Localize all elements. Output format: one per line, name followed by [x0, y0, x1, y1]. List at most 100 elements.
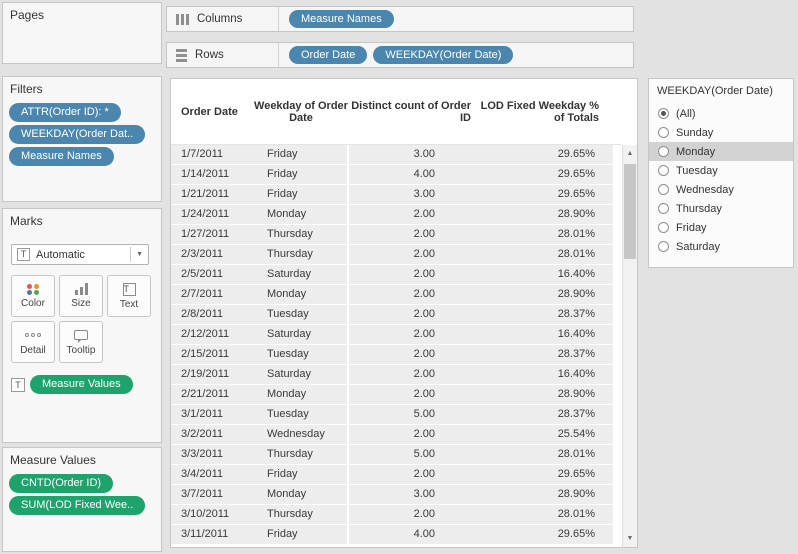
weekday-option-all[interactable]: (All): [649, 104, 793, 123]
weekday-option-friday[interactable]: Friday: [649, 218, 793, 237]
table-cell[interactable]: 2/7/2011: [171, 285, 253, 304]
table-cell[interactable]: Monday: [253, 385, 349, 404]
table-cell[interactable]: 2.00: [349, 465, 477, 484]
table-cell[interactable]: 29.65%: [477, 465, 613, 484]
table-cell[interactable]: 3.00: [349, 485, 477, 504]
table-cell[interactable]: 3.00: [349, 145, 477, 164]
table-cell[interactable]: 28.01%: [477, 245, 613, 264]
size-button[interactable]: Size: [59, 275, 103, 317]
radio-icon[interactable]: [658, 146, 669, 157]
weekday-option-tuesday[interactable]: Tuesday: [649, 161, 793, 180]
weekday-option-saturday[interactable]: Saturday: [649, 237, 793, 256]
table-cell[interactable]: 1/24/2011: [171, 205, 253, 224]
table-cell[interactable]: 2.00: [349, 385, 477, 404]
table-cell[interactable]: Saturday: [253, 265, 349, 284]
table-cell[interactable]: 2.00: [349, 225, 477, 244]
table-cell[interactable]: Saturday: [253, 365, 349, 384]
table-cell[interactable]: Tuesday: [253, 405, 349, 424]
table-cell[interactable]: 1/14/2011: [171, 165, 253, 184]
table-cell[interactable]: 2.00: [349, 245, 477, 264]
table-cell[interactable]: Saturday: [253, 325, 349, 344]
table-cell[interactable]: 2.00: [349, 205, 477, 224]
weekday-option-wednesday[interactable]: Wednesday: [649, 180, 793, 199]
column-header-lod-fixed[interactable]: LOD Fixed Weekday % of Totals: [477, 79, 613, 144]
text-button[interactable]: Text: [107, 275, 151, 317]
scroll-down-icon[interactable]: [623, 531, 637, 546]
table-cell[interactable]: 3/2/2011: [171, 425, 253, 444]
table-cell[interactable]: 28.90%: [477, 205, 613, 224]
table-cell[interactable]: 2/3/2011: [171, 245, 253, 264]
vertical-scrollbar[interactable]: [622, 145, 637, 547]
table-cell[interactable]: 2.00: [349, 285, 477, 304]
rows-shelf-pill[interactable]: WEEKDAY(Order Date): [373, 46, 514, 64]
table-cell[interactable]: 3/4/2011: [171, 465, 253, 484]
table-cell[interactable]: 3/11/2011: [171, 525, 253, 544]
table-cell[interactable]: 3/3/2011: [171, 445, 253, 464]
table-cell[interactable]: 3.00: [349, 185, 477, 204]
table-cell[interactable]: 28.37%: [477, 345, 613, 364]
table-cell[interactable]: 2/5/2011: [171, 265, 253, 284]
measure-value-pill[interactable]: CNTD(Order ID): [9, 474, 114, 493]
column-header-distinct-count[interactable]: Distinct count of Order ID: [349, 79, 477, 144]
table-cell[interactable]: 16.40%: [477, 265, 613, 284]
radio-icon[interactable]: [658, 222, 669, 233]
radio-icon[interactable]: [658, 203, 669, 214]
table-cell[interactable]: 2/12/2011: [171, 325, 253, 344]
tooltip-button[interactable]: Tooltip: [59, 321, 103, 363]
filter-pill[interactable]: ATTR(Order ID): *: [9, 103, 121, 122]
table-cell[interactable]: 28.90%: [477, 285, 613, 304]
table-cell[interactable]: 16.40%: [477, 365, 613, 384]
table-cell[interactable]: 28.01%: [477, 225, 613, 244]
table-cell[interactable]: 1/7/2011: [171, 145, 253, 164]
table-cell[interactable]: 2.00: [349, 505, 477, 524]
table-cell[interactable]: 4.00: [349, 165, 477, 184]
table-cell[interactable]: Thursday: [253, 245, 349, 264]
radio-icon[interactable]: [658, 184, 669, 195]
table-cell[interactable]: 2.00: [349, 425, 477, 444]
detail-button[interactable]: Detail: [11, 321, 55, 363]
table-cell[interactable]: 3/1/2011: [171, 405, 253, 424]
table-cell[interactable]: 2.00: [349, 325, 477, 344]
radio-icon[interactable]: [658, 165, 669, 176]
table-cell[interactable]: 2/21/2011: [171, 385, 253, 404]
table-cell[interactable]: 2.00: [349, 365, 477, 384]
mark-type-dropdown[interactable]: Automatic: [11, 244, 149, 265]
column-header-order-date[interactable]: Order Date: [171, 79, 253, 144]
filter-pill[interactable]: Measure Names: [9, 147, 114, 166]
table-cell[interactable]: 5.00: [349, 405, 477, 424]
table-cell[interactable]: Monday: [253, 485, 349, 504]
table-cell[interactable]: Thursday: [253, 225, 349, 244]
table-cell[interactable]: Tuesday: [253, 305, 349, 324]
table-cell[interactable]: 29.65%: [477, 145, 613, 164]
table-cell[interactable]: 28.01%: [477, 505, 613, 524]
table-cell[interactable]: Thursday: [253, 505, 349, 524]
radio-icon[interactable]: [658, 127, 669, 138]
table-cell[interactable]: 4.00: [349, 525, 477, 544]
table-cell[interactable]: 28.01%: [477, 445, 613, 464]
table-cell[interactable]: 25.54%: [477, 425, 613, 444]
table-cell[interactable]: 3/7/2011: [171, 485, 253, 504]
table-cell[interactable]: Friday: [253, 465, 349, 484]
table-cell[interactable]: 1/27/2011: [171, 225, 253, 244]
table-cell[interactable]: 2/15/2011: [171, 345, 253, 364]
scrollbar-thumb[interactable]: [624, 164, 636, 259]
table-cell[interactable]: Friday: [253, 185, 349, 204]
table-cell[interactable]: 2.00: [349, 265, 477, 284]
table-cell[interactable]: 2/19/2011: [171, 365, 253, 384]
table-cell[interactable]: 29.65%: [477, 185, 613, 204]
table-cell[interactable]: Wednesday: [253, 425, 349, 444]
table-cell[interactable]: 28.90%: [477, 385, 613, 404]
color-button[interactable]: Color: [11, 275, 55, 317]
table-cell[interactable]: 1/21/2011: [171, 185, 253, 204]
table-cell[interactable]: Thursday: [253, 445, 349, 464]
radio-icon[interactable]: [658, 241, 669, 252]
rows-shelf-pill[interactable]: Order Date: [289, 46, 368, 64]
filter-pill[interactable]: WEEKDAY(Order Dat..: [9, 125, 146, 144]
table-cell[interactable]: Tuesday: [253, 345, 349, 364]
table-cell[interactable]: 29.65%: [477, 165, 613, 184]
weekday-option-sunday[interactable]: Sunday: [649, 123, 793, 142]
radio-icon[interactable]: [658, 108, 669, 119]
table-cell[interactable]: Friday: [253, 165, 349, 184]
table-cell[interactable]: Friday: [253, 525, 349, 544]
table-cell[interactable]: 2.00: [349, 345, 477, 364]
